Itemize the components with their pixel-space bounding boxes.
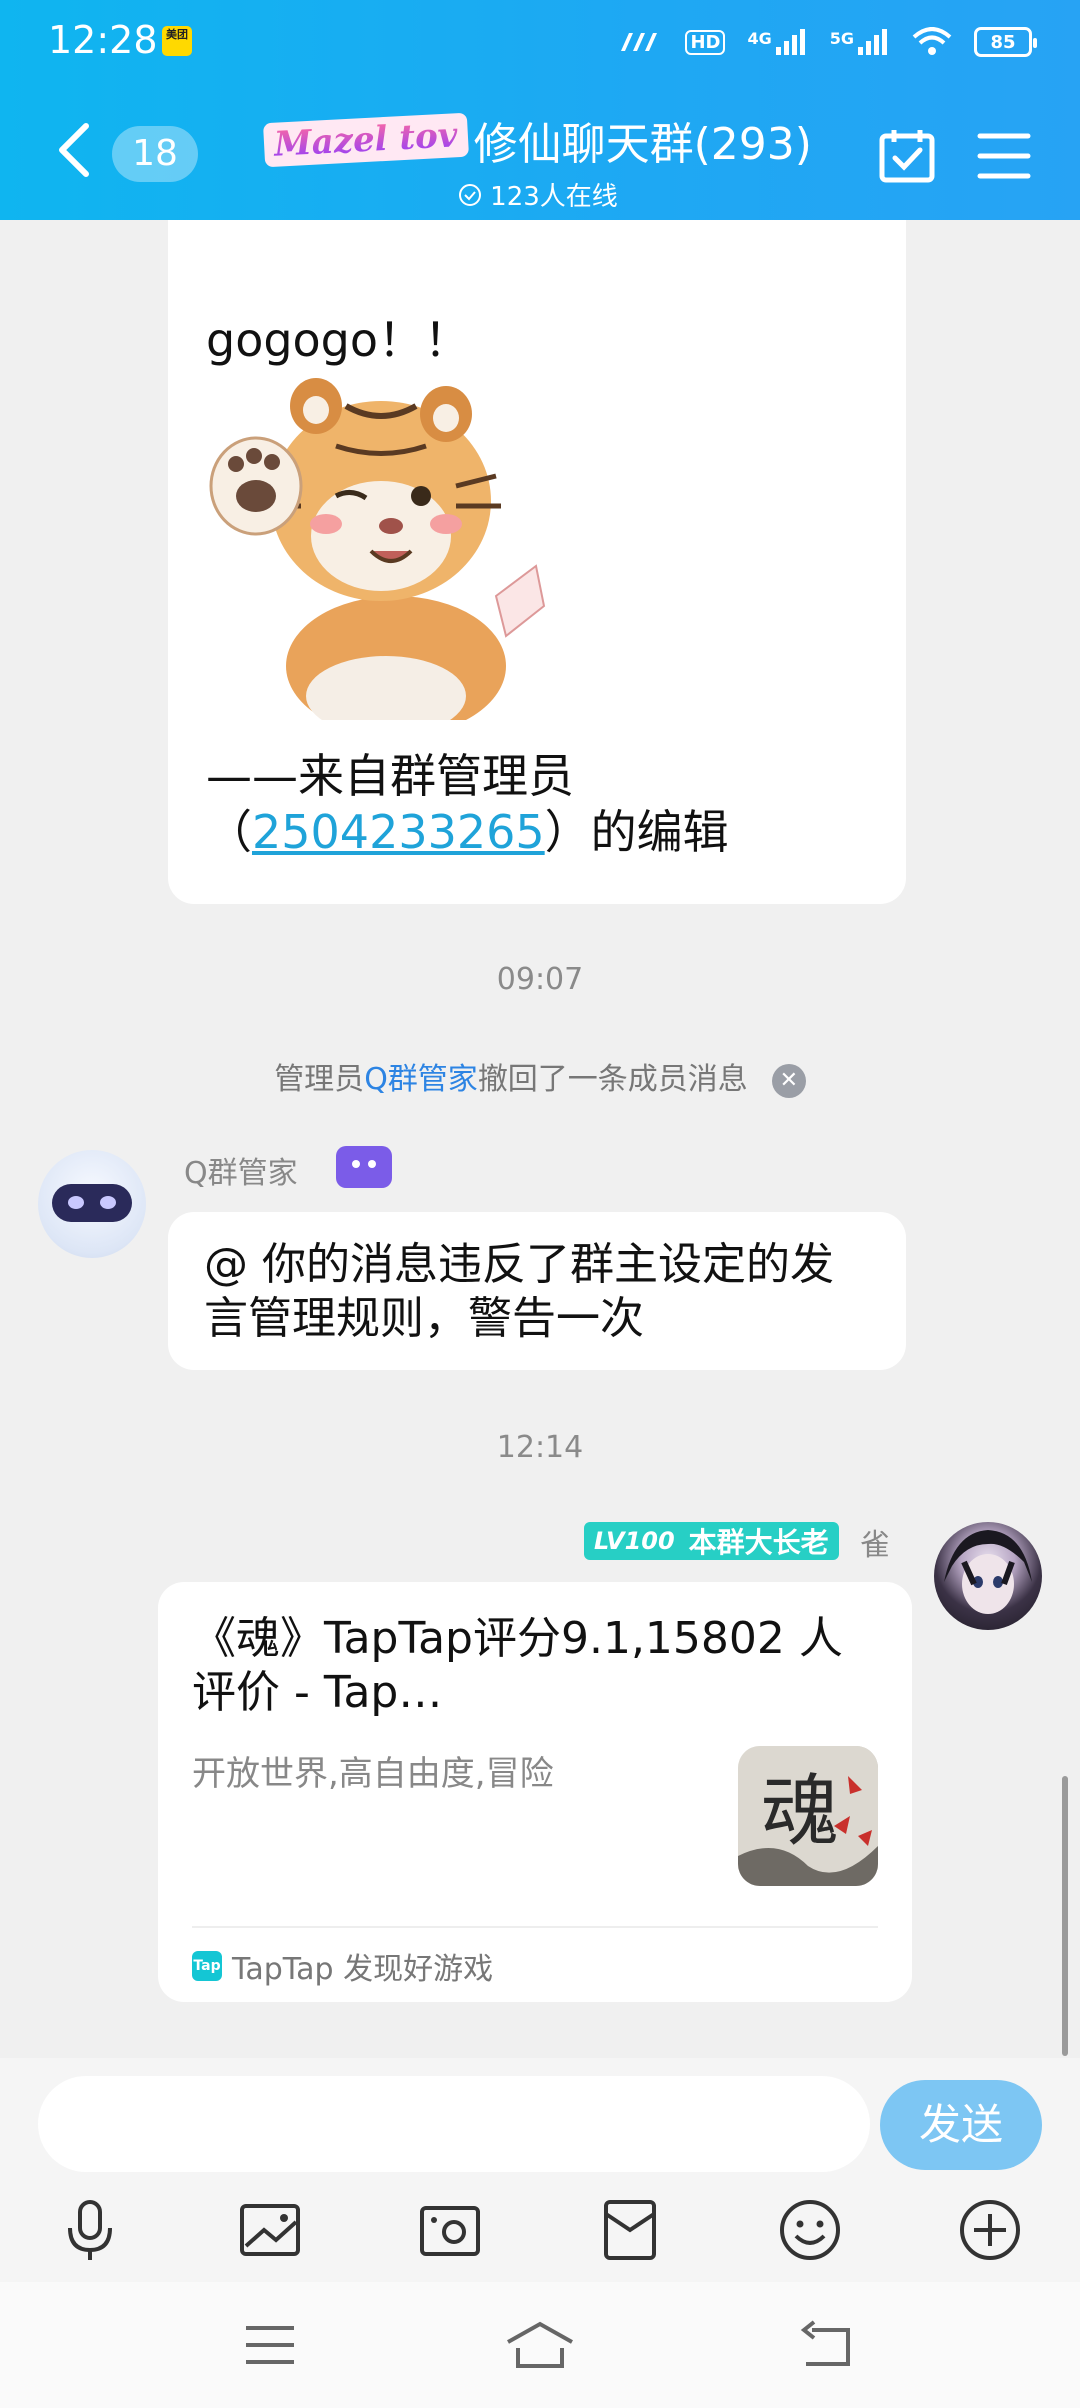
admin-qq-link[interactable]: 2504233265: [252, 805, 545, 859]
system-back-icon[interactable]: [796, 2318, 856, 2372]
battery-indicator: 85: [974, 27, 1037, 57]
image-icon[interactable]: [236, 2196, 304, 2264]
status-time: 12:28: [48, 18, 158, 62]
nav-bar: 18 Mazel tov 修仙聊天群(293) 123人在线: [0, 88, 1080, 218]
message-text: gogogo！！: [206, 313, 471, 367]
close-icon[interactable]: ✕: [771, 1063, 806, 1098]
microphone-icon[interactable]: [56, 2196, 124, 2264]
message-bubble[interactable]: @ 你的消息违反了群主设定的发言管理规则，警告一次: [168, 1212, 906, 1370]
send-button[interactable]: 发送: [880, 2080, 1042, 2170]
message-timestamp: 09:07: [496, 962, 584, 997]
tiger-sticker-image[interactable]: [206, 366, 566, 720]
message-input[interactable]: [38, 2076, 870, 2172]
message-bubble[interactable]: gogogo！！ ——来自群管理员 （2504233265）的编辑: [168, 220, 906, 904]
bot-visor: [52, 1184, 132, 1222]
recall-notice: 管理员Q群管家撤回了一条成员消息 ✕: [0, 1054, 1080, 1098]
avatar-portrait-image: [944, 1530, 1032, 1614]
network-4g-label: 4G: [747, 29, 772, 48]
notice-suffix: 撤回了一条成员消息: [477, 1062, 748, 1097]
unread-count-badge[interactable]: 18: [112, 126, 198, 182]
share-card-title: 《魂》TapTap评分9.1,15802 人评价 - Tap…: [192, 1613, 843, 1718]
status-bar: 12:28 美团 HD 4G 5G 85: [0, 0, 1080, 84]
member-title: 本群大长老: [688, 1526, 829, 1559]
share-source-label: TapTap 发现好游戏: [232, 1952, 494, 1987]
red-packet-icon[interactable]: [596, 2196, 664, 2264]
group-title: 修仙聊天群(293): [473, 119, 812, 170]
online-count: 123人在线: [490, 182, 618, 212]
signal-bars-icon: [858, 29, 887, 55]
meituan-badge-icon: 美团: [162, 26, 192, 56]
chat-scrollbar[interactable]: [1062, 1776, 1068, 2056]
emoji-icon[interactable]: [776, 2196, 844, 2264]
menu-icon[interactable]: [976, 130, 1032, 182]
wifi-icon: [912, 27, 952, 55]
notice-admin-name[interactable]: Q群管家: [364, 1062, 478, 1097]
recent-apps-icon[interactable]: [240, 2318, 300, 2372]
game-thumbnail-image: 魂: [738, 1746, 878, 1886]
header-bar: 12:28 美团 HD 4G 5G 85 18 Mazel tov 修仙聊天群(…: [0, 0, 1080, 220]
mazel-tov-logo: Mazel tov: [263, 112, 469, 168]
bot-eye-left: [68, 1196, 84, 1209]
share-source: Tap TapTap 发现好游戏: [192, 1944, 493, 1988]
bot-avatar[interactable]: [38, 1150, 146, 1258]
signal-speed-icon: [621, 33, 658, 51]
taptap-icon: Tap: [192, 1951, 222, 1981]
network-4g: 4G: [747, 29, 807, 55]
sender-name[interactable]: 雀: [860, 1520, 890, 1564]
message-text: @ 你的消息违反了群主设定的发言管理规则，警告一次: [204, 1239, 834, 1344]
edit-attribution: ——来自群管理员 （2504233265）的编辑: [206, 748, 729, 860]
thumbnail-char: 魂: [761, 1767, 839, 1857]
status-indicators: HD 4G 5G 85: [617, 22, 1037, 62]
plus-icon[interactable]: [956, 2196, 1024, 2264]
attribution-close: ）的编辑: [544, 805, 729, 859]
title-row: Mazel tov 修仙聊天群(293): [238, 108, 838, 172]
robot-badge-icon: [336, 1146, 392, 1188]
level-value: LV100: [594, 1527, 675, 1555]
card-divider: [192, 1926, 878, 1928]
calendar-check-icon[interactable]: [878, 126, 936, 184]
back-arrow-icon[interactable]: [52, 122, 96, 178]
user-avatar[interactable]: [934, 1522, 1042, 1630]
chat-title-area[interactable]: Mazel tov 修仙聊天群(293) 123人在线: [238, 108, 838, 213]
home-icon[interactable]: [504, 2318, 576, 2372]
notice-prefix: 管理员: [274, 1062, 365, 1097]
system-nav-bar: [0, 2282, 1080, 2408]
message-timestamp: 12:14: [496, 1430, 584, 1465]
member-level-badge: LV100 本群大长老: [584, 1522, 839, 1560]
network-5g-label: 5G: [829, 29, 854, 48]
camera-icon[interactable]: [416, 2196, 484, 2264]
chat-message-list[interactable]: gogogo！！ ——来自群管理员 （2504233265）的编辑 09:07 …: [0, 220, 1080, 2060]
online-check-icon: [459, 183, 482, 206]
attribution-open: （: [206, 805, 252, 859]
game-art: 魂: [738, 1746, 878, 1886]
share-card[interactable]: 《魂》TapTap评分9.1,15802 人评价 - Tap… 开放世界,高自由…: [158, 1582, 912, 2002]
hd-label: HD: [685, 29, 726, 55]
sender-name[interactable]: Q群管家: [184, 1148, 298, 1192]
bot-eye-right: [100, 1196, 116, 1209]
online-status: 123人在线: [238, 176, 838, 213]
attribution-line2: （2504233265）的编辑: [206, 804, 729, 860]
attribution-line1: ——来自群管理员: [206, 749, 574, 803]
input-toolbar: 发送: [0, 2058, 1080, 2282]
network-5g: 5G: [830, 29, 890, 55]
signal-bars-icon: [775, 29, 805, 55]
share-card-description: 开放世界,高自由度,冒险: [192, 1754, 554, 1794]
